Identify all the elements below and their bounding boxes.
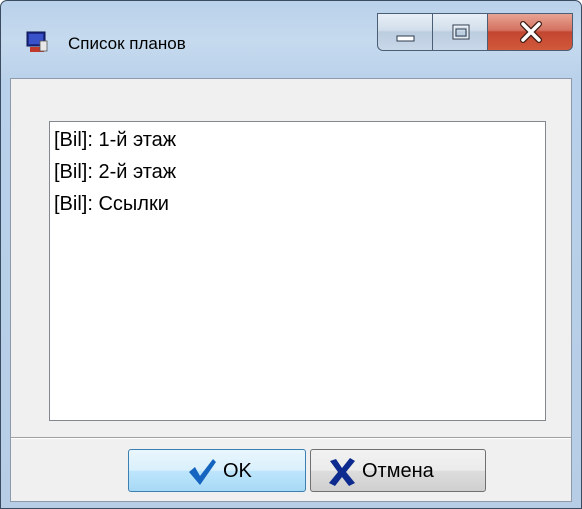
- maximize-button[interactable]: [432, 13, 488, 51]
- list-item[interactable]: [Bil]: Ссылки: [54, 192, 169, 216]
- list-item[interactable]: [Bil]: 1-й этаж: [54, 128, 176, 152]
- title-bar[interactable]: Список планов: [1, 1, 581, 71]
- ok-label: OK: [223, 460, 252, 482]
- plans-listbox[interactable]: [Bil]: 1-й этаж [Bil]: 2-й этаж [Bil]: С…: [49, 121, 546, 421]
- minimize-icon: [396, 35, 415, 42]
- minimize-button[interactable]: [377, 13, 433, 51]
- close-button[interactable]: [487, 13, 573, 51]
- window-title: Список планов: [68, 34, 186, 53]
- close-icon: [520, 21, 542, 43]
- caption-buttons: [377, 13, 573, 51]
- cancel-button[interactable]: Отмена: [310, 449, 486, 492]
- maximize-icon: [452, 24, 470, 40]
- ok-button[interactable]: OK: [128, 449, 306, 492]
- cancel-label: Отмена: [362, 460, 434, 482]
- dialog-body: [Bil]: 1-й этаж [Bil]: 2-й этаж [Bil]: С…: [10, 78, 572, 502]
- button-bar-divider: [11, 437, 571, 439]
- app-window-icon: [26, 31, 48, 53]
- list-item[interactable]: [Bil]: 2-й этаж: [54, 160, 176, 184]
- dialog-window: Список планов [Bil]: 1-й этаж [Bil]: 2-й…: [0, 0, 582, 509]
- checkmark-icon: [187, 457, 217, 487]
- cross-icon: [327, 457, 357, 487]
